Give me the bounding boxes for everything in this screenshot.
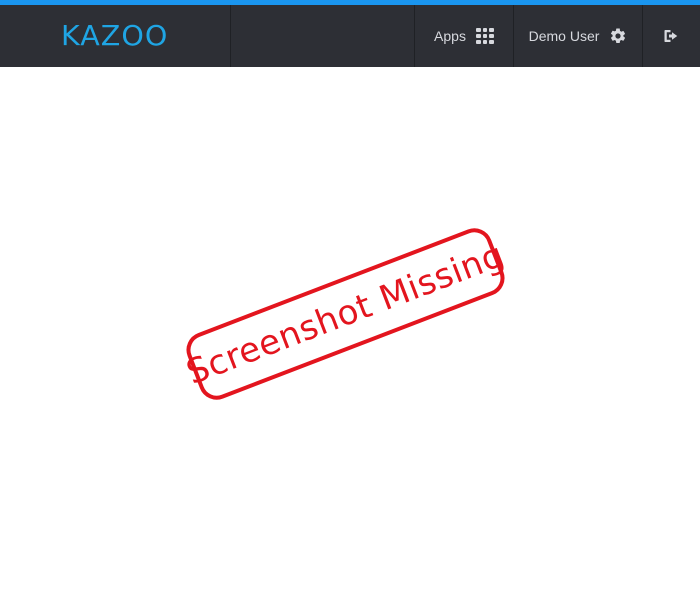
user-settings-button[interactable]: Demo User <box>513 5 642 67</box>
apps-button[interactable]: Apps <box>414 5 513 67</box>
gear-icon <box>611 28 626 43</box>
kazoo-logo: KAZOO <box>61 19 169 52</box>
top-bar-spacer <box>231 5 414 67</box>
user-name: Demo User <box>528 28 600 44</box>
grid-icon <box>475 28 494 44</box>
main-content: Screenshot Missing <box>0 67 700 600</box>
logout-button[interactable] <box>642 5 700 67</box>
brand-area[interactable]: KAZOO <box>0 5 231 67</box>
logout-icon <box>664 30 677 42</box>
apps-label: Apps <box>434 28 466 44</box>
top-navigation-bar: KAZOO Apps Demo User <box>0 5 700 67</box>
stamp-text: Screenshot Missing <box>181 234 510 394</box>
app-window: KAZOO Apps Demo User Screenshot Missing <box>0 0 700 600</box>
screenshot-missing-stamp: Screenshot Missing <box>181 223 510 405</box>
